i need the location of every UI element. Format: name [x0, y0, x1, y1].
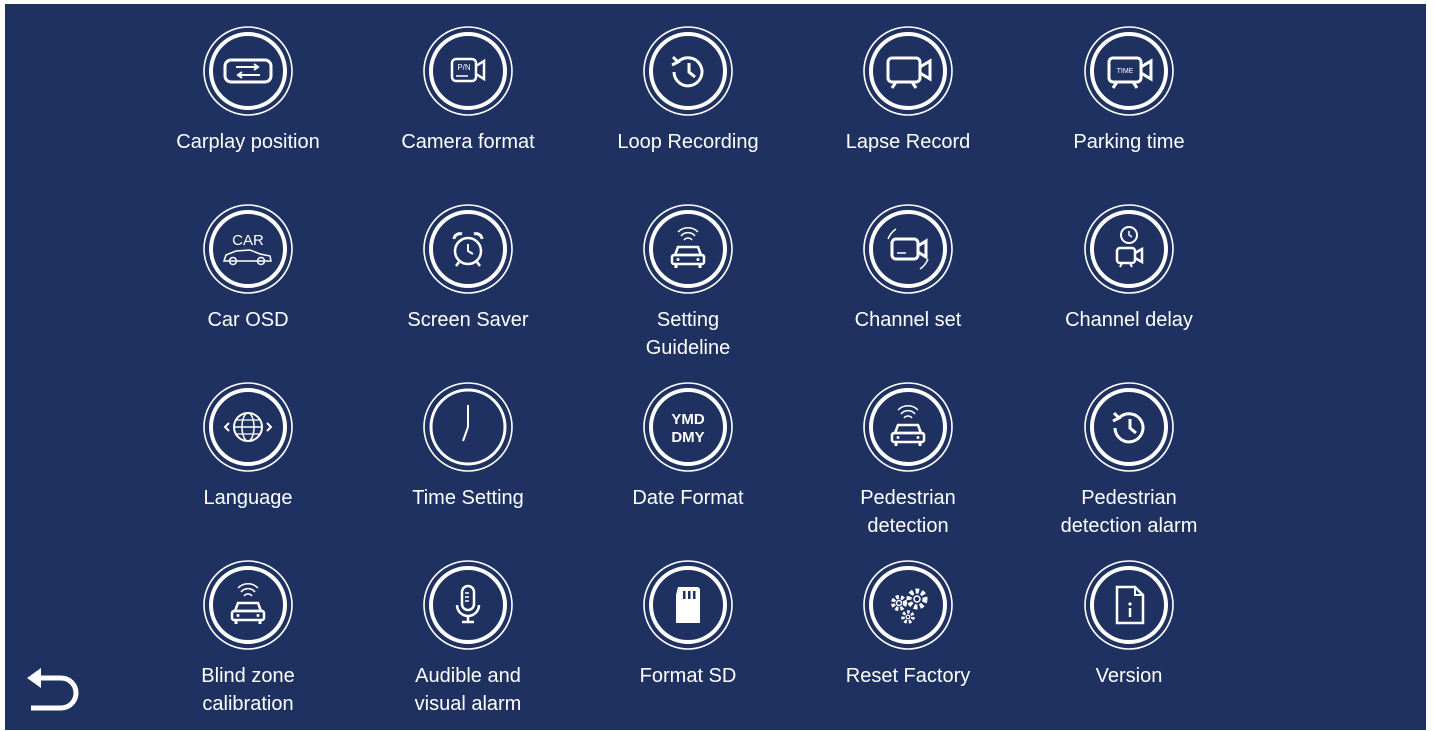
- menu-item-label: Channel set: [854, 309, 962, 331]
- microphone-icon: [422, 559, 514, 651]
- menu-item-label: Time Setting: [412, 487, 524, 509]
- menu-item-label: Screen Saver: [407, 309, 529, 331]
- menu-item-blind-zone-calibration[interactable]: Blind zone calibration: [153, 559, 343, 729]
- menu-item-loop-recording[interactable]: Loop Recording: [593, 25, 783, 195]
- menu-item-label: Pedestrian detection: [860, 487, 956, 537]
- menu-item-time-setting[interactable]: Time Setting: [373, 381, 563, 551]
- menu-item-channel-set[interactable]: Channel set: [813, 203, 1003, 373]
- date-format-icon-ymd: YMD: [671, 411, 705, 428]
- menu-item-label: Pedestrian detection alarm: [1060, 487, 1198, 537]
- back-arrow-icon: [27, 668, 79, 711]
- car-signal-icon: [862, 381, 954, 473]
- menu-item-label: Loop Recording: [617, 131, 759, 153]
- menu-item-lapse-record[interactable]: Lapse Record: [813, 25, 1003, 195]
- menu-item-label: Channel delay: [1065, 309, 1193, 331]
- menu-item-screen-saver[interactable]: Screen Saver: [373, 203, 563, 373]
- menu-item-reset-factory[interactable]: Reset Factory: [813, 559, 1003, 729]
- menu-item-label: Car OSD: [207, 309, 289, 331]
- date-format-icon-dmy: DMY: [671, 429, 704, 446]
- menu-item-label: Parking time: [1073, 131, 1185, 153]
- lapse-record-icon: [862, 25, 954, 117]
- date-format-icon: YMD DMY: [642, 381, 734, 473]
- menu-item-label: Blind zone calibration: [201, 665, 295, 715]
- menu-item-date-format[interactable]: YMD DMY Date Format: [593, 381, 783, 551]
- menu-item-carplay-position[interactable]: Carplay position: [153, 25, 343, 195]
- menu-item-label: Audible and visual alarm: [414, 665, 522, 715]
- clock-icon: [422, 381, 514, 473]
- car-osd-icon: CAR: [202, 203, 294, 295]
- document-info-icon: [1083, 559, 1175, 651]
- menu-item-label: Setting Guideline: [645, 309, 731, 359]
- loop-recording-icon: [642, 25, 734, 117]
- menu-item-label: Version: [1095, 665, 1163, 687]
- menu-item-car-osd[interactable]: CAR Car OSD: [153, 203, 343, 373]
- menu-item-pedestrian-detection[interactable]: Pedestrian detection: [813, 381, 1003, 551]
- camera-format-icon: P/N: [422, 25, 514, 117]
- parking-time-icon: TIME: [1083, 25, 1175, 117]
- menu-item-format-sd[interactable]: Format SD: [593, 559, 783, 729]
- menu-item-label: Format SD: [639, 665, 737, 687]
- alarm-clock-icon: [422, 203, 514, 295]
- history-icon: [1083, 381, 1175, 473]
- menu-item-label: Camera format: [401, 131, 535, 153]
- menu-item-setting-guideline[interactable]: Setting Guideline: [593, 203, 783, 373]
- carplay-position-icon: [202, 25, 294, 117]
- menu-item-label: Carplay position: [176, 131, 320, 153]
- sd-card-icon: [642, 559, 734, 651]
- menu-item-label: Reset Factory: [845, 665, 971, 687]
- menu-item-pedestrian-detection-alarm[interactable]: Pedestrian detection alarm: [1034, 381, 1224, 551]
- menu-item-label: Lapse Record: [845, 131, 971, 153]
- car-osd-icon-text: CAR: [232, 232, 264, 249]
- menu-item-version[interactable]: Version: [1034, 559, 1224, 729]
- menu-item-label: Date Format: [632, 487, 744, 509]
- car-signal-icon: [642, 203, 734, 295]
- clock-camera-icon: [1083, 203, 1175, 295]
- menu-item-audible-visual-alarm[interactable]: Audible and visual alarm: [373, 559, 563, 729]
- menu-item-parking-time[interactable]: TIME Parking time: [1034, 25, 1224, 195]
- menu-item-camera-format[interactable]: P/N Camera format: [373, 25, 563, 195]
- menu-item-language[interactable]: Language: [153, 381, 343, 551]
- menu-item-channel-delay[interactable]: Channel delay: [1034, 203, 1224, 373]
- globe-icon: [202, 381, 294, 473]
- parking-time-icon-text: TIME: [1117, 68, 1134, 75]
- menu-item-label: Language: [203, 487, 293, 509]
- channel-camera-icon: [862, 203, 954, 295]
- settings-screen: Carplay position P/N Camera format Loop …: [5, 4, 1426, 730]
- camera-format-icon-text: P/N: [457, 63, 471, 72]
- back-button[interactable]: [23, 656, 85, 718]
- car-signal-icon: [202, 559, 294, 651]
- gears-icon: [862, 559, 954, 651]
